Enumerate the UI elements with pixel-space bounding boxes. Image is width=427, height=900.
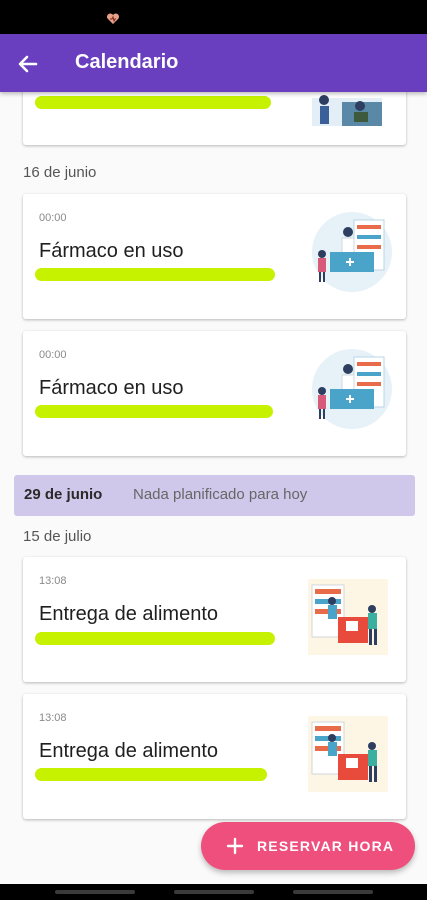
event-time: 00:00: [39, 212, 67, 224]
redaction-scribble: [35, 96, 271, 109]
date-label: 15 de julio: [23, 528, 92, 545]
calendar-list[interactable]: 16 de junio 00:00 Fármaco en uso 00:00 F…: [0, 92, 427, 884]
food-delivery-illustration: [308, 579, 388, 655]
event-card[interactable]: 13:08 Entrega de alimento: [23, 694, 406, 819]
event-card[interactable]: 00:00 Fármaco en uso: [23, 331, 406, 456]
reservar-hora-button[interactable]: RESERVAR HORA: [201, 822, 415, 870]
food-delivery-illustration: [308, 716, 388, 792]
today-message: Nada planificado para hoy: [133, 486, 308, 503]
heart-icon: [106, 13, 120, 24]
event-time: 13:08: [39, 575, 67, 587]
system-nav-bar: [0, 884, 427, 900]
arrow-back-icon[interactable]: [14, 50, 42, 78]
redaction-scribble: [35, 268, 275, 281]
event-card[interactable]: 13:08 Entrega de alimento: [23, 557, 406, 682]
pharmacy-illustration: [312, 349, 392, 429]
today-date: 29 de junio: [24, 486, 103, 503]
event-card[interactable]: [23, 92, 406, 145]
event-time: 13:08: [39, 712, 67, 724]
today-bar: 29 de junio Nada planificado para hoy: [14, 475, 415, 516]
event-title: Entrega de alimento: [39, 740, 219, 762]
page-title: Calendario: [75, 51, 179, 73]
redaction-scribble: [35, 632, 275, 645]
event-title: Entrega de alimento: [39, 603, 219, 625]
nav-home[interactable]: [174, 890, 254, 894]
reservar-hora-label: RESERVAR HORA: [257, 838, 395, 854]
redaction-scribble: [35, 405, 273, 418]
pharmacy-illustration: [312, 212, 392, 292]
nav-back[interactable]: [293, 890, 373, 894]
date-label: 16 de junio: [23, 164, 97, 181]
plus-icon: [226, 837, 244, 855]
event-card[interactable]: 00:00 Fármaco en uso: [23, 194, 406, 319]
event-time: 00:00: [39, 349, 67, 361]
people-illustration: [312, 95, 382, 126]
status-bar: [0, 0, 427, 34]
nav-recents[interactable]: [55, 890, 135, 894]
event-title: Fármaco en uso: [39, 377, 184, 399]
app-bar: Calendario: [0, 34, 427, 92]
redaction-scribble: [35, 768, 267, 781]
event-title: Fármaco en uso: [39, 240, 184, 262]
